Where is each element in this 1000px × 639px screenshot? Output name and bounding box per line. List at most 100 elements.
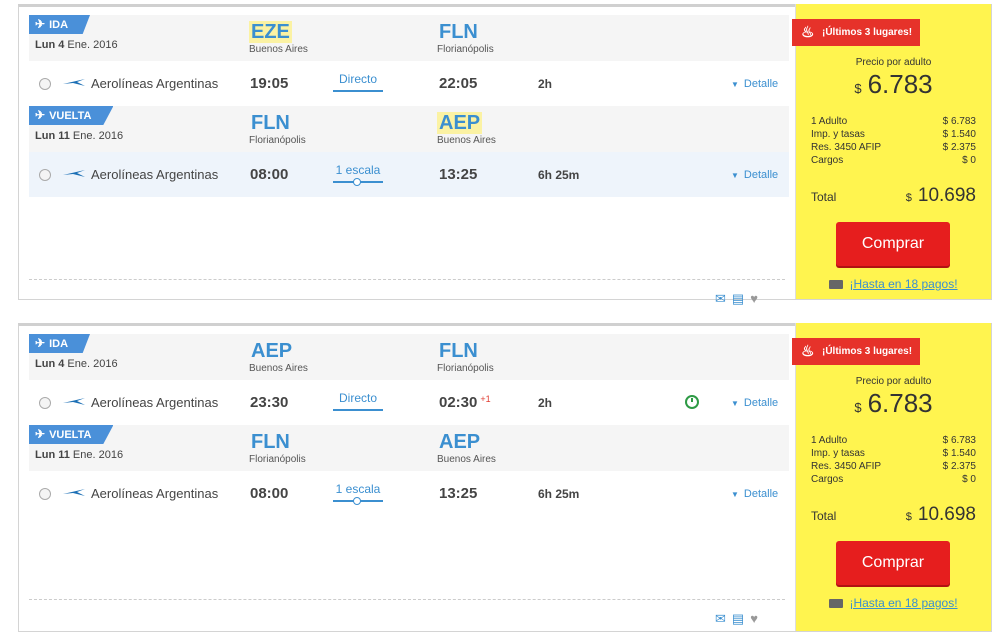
destination-airport: FLN Florianópolis [437,21,494,55]
detail-link[interactable]: ▼ Detalle [731,78,778,90]
email-icon[interactable]: ✉ [715,291,726,307]
detail-link[interactable]: ▼ Detalle [731,169,778,181]
flight-select-radio[interactable] [39,397,51,409]
departure-time: 19:05 [250,75,289,92]
price-panel: ♨ ¡Últimos 3 lugares! Precio por adulto $… [792,4,991,299]
price-panel: ♨ ¡Últimos 3 lugares! Precio por adulto $… [792,323,991,631]
heart-icon[interactable]: ♥ [750,291,758,306]
detail-link[interactable]: ▼ Detalle [731,488,778,500]
buy-button[interactable]: Comprar [836,541,950,585]
origin-airport: FLN Florianópolis [249,431,306,465]
departure-time: 08:00 [250,166,289,183]
return-tag: ✈ VUELTA [29,425,114,444]
outbound-flight-row[interactable]: Aerolíneas Argentinas 19:05 Directo 22:0… [29,61,789,106]
origin-airport: AEP Buenos Aires [249,340,308,374]
destination-airport: AEP Buenos Aires [437,431,496,465]
chevron-down-icon: ▼ [731,490,739,499]
stops-info[interactable]: 1 escala [333,163,383,186]
installments-link[interactable]: ¡Hasta en 18 pagos! [796,277,991,291]
clock-icon [685,395,699,409]
chevron-down-icon: ▼ [731,399,739,408]
arrival-time: 22:05 [439,75,478,92]
card-actions: ✉ ▤ ♥ [715,610,764,628]
flight-select-radio[interactable] [39,169,51,181]
return-header: ✈ VUELTA Lun 11 Ene. 2016 FLN Florianópol… [29,425,789,471]
departure-time: 23:30 [250,394,289,411]
airline-name: Aerolíneas Argentinas [91,76,219,91]
total-price: Total $10.698 [811,504,976,525]
price-per-adult-label: Precio por adulto [855,376,932,387]
flight-result-card: ✈ IDA Lun 4 Ene. 2016 EZE Buenos Aires FL… [18,4,992,306]
plane-icon: ✈ [35,427,46,441]
last-seats-badge: ♨ ¡Últimos 3 lugares! [792,19,921,46]
outbound-flight-row[interactable]: Aerolíneas Argentinas 23:30 Directo 02:3… [29,380,789,425]
flight-segments: ✈ IDA Lun 4 Ene. 2016 EZE Buenos Aires FL… [29,15,789,197]
origin-airport: EZE Buenos Aires [249,21,308,55]
return-tag: ✈ VUELTA [29,106,114,125]
flight-duration: 6h 25m [538,487,580,501]
email-icon[interactable]: ✉ [715,611,726,627]
price-breakdown: 1 Adulto $ 6.783 Imp. y tasas $ 1.540 Res.… [811,116,976,166]
destination-airport: AEP Buenos Aires [437,112,496,146]
return-flight-row[interactable]: Aerolíneas Argentinas 08:00 1 escala 13:… [29,152,789,197]
detail-link[interactable]: ▼ Detalle [731,397,778,409]
stops-info[interactable]: Directo [333,72,383,92]
flight-duration: 6h 25m [538,168,580,182]
departure-time: 08:00 [250,485,289,502]
flight-select-radio[interactable] [39,78,51,90]
print-icon[interactable]: ▤ [732,291,744,307]
total-price: Total $10.698 [811,185,976,206]
flight-duration: 2h [538,77,553,91]
price-breakdown: 1 Adulto $ 6.783 Imp. y tasas $ 1.540 Res.… [811,435,976,485]
outbound-header: ✈ IDA Lun 4 Ene. 2016 EZE Buenos Aires FL… [29,15,789,61]
arrival-time: 13:25 [439,485,478,502]
divider [29,279,785,280]
arrival-time: 02:30 +1 [439,394,491,411]
airline-logo-icon [63,170,85,177]
outbound-date: Lun 4 Ene. 2016 [35,358,118,370]
price-per-adult: $6.783 [854,388,933,418]
airline-logo-icon [63,79,85,86]
airline-name: Aerolíneas Argentinas [91,486,219,501]
outbound-tag: ✈ IDA [29,15,91,34]
chevron-down-icon: ▼ [731,80,739,89]
outbound-date: Lun 4 Ene. 2016 [35,39,118,51]
plane-icon: ✈ [35,17,46,31]
return-date: Lun 11 Ene. 2016 [35,449,124,461]
return-header: ✈ VUELTA Lun 11 Ene. 2016 FLN Florianópol… [29,106,789,152]
divider [29,599,785,600]
flight-segments: ✈ IDA Lun 4 Ene. 2016 AEP Buenos Aires FL… [29,334,789,516]
print-icon[interactable]: ▤ [732,611,744,627]
return-flight-row[interactable]: Aerolíneas Argentinas 08:00 1 escala 13:… [29,471,789,516]
heart-icon[interactable]: ♥ [750,611,758,626]
outbound-header: ✈ IDA Lun 4 Ene. 2016 AEP Buenos Aires FL… [29,334,789,380]
credit-card-icon [829,280,844,290]
plane-icon: ✈ [35,108,46,122]
installments-link[interactable]: ¡Hasta en 18 pagos! [796,596,991,610]
outbound-tag: ✈ IDA [29,334,91,353]
flame-icon: ♨ [801,24,815,41]
flight-select-radio[interactable] [39,488,51,500]
buy-button[interactable]: Comprar [836,222,950,266]
airline-name: Aerolíneas Argentinas [91,395,219,410]
credit-card-icon [829,599,844,609]
price-per-adult-label: Precio por adulto [855,57,932,68]
chevron-down-icon: ▼ [731,171,739,180]
flight-duration: 2h [538,396,553,410]
stops-info[interactable]: 1 escala [333,482,383,505]
airline-logo-icon [63,398,85,405]
flame-icon: ♨ [801,343,815,360]
price-per-adult: $6.783 [854,69,933,99]
flight-result-card: ✈ IDA Lun 4 Ene. 2016 AEP Buenos Aires FL… [18,323,992,632]
last-seats-badge: ♨ ¡Últimos 3 lugares! [792,338,921,365]
stops-info[interactable]: Directo [333,391,383,411]
origin-airport: FLN Florianópolis [249,112,306,146]
card-actions: ✉ ▤ ♥ [715,290,764,308]
plane-icon: ✈ [35,336,46,350]
destination-airport: FLN Florianópolis [437,340,494,374]
return-date: Lun 11 Ene. 2016 [35,130,124,142]
airline-logo-icon [63,489,85,496]
arrival-time: 13:25 [439,166,478,183]
airline-name: Aerolíneas Argentinas [91,167,219,182]
next-day-badge: +1 [480,394,491,404]
